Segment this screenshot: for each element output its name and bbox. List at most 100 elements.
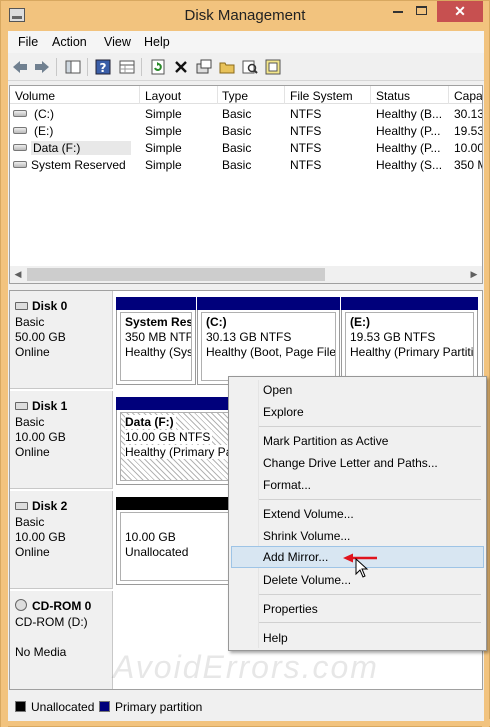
maximize-button[interactable]	[416, 6, 427, 15]
menu-item-label: Extend Volume...	[263, 507, 354, 521]
legend-swatch-primary	[99, 701, 110, 712]
disk-state: Online	[15, 445, 50, 459]
close-button[interactable]: ✕	[437, 1, 483, 22]
disk-state: Online	[15, 345, 50, 359]
rescan-icon[interactable]	[264, 58, 282, 76]
menu-item-mark-active[interactable]: Mark Partition as Active	[231, 430, 484, 452]
partition-e[interactable]: (E:) 19.53 GB NTFS Healthy (Primary Part…	[341, 297, 478, 385]
cell-status: Healthy (P...	[376, 141, 441, 155]
menu-item-shrink-volume[interactable]: Shrink Volume...	[231, 525, 484, 547]
scroll-left-icon[interactable]: ◀	[10, 267, 26, 282]
menu-item-extend-volume[interactable]: Extend Volume...	[231, 503, 484, 525]
toolbar: ?	[8, 53, 484, 81]
watermark: AvoidErrors.com	[113, 649, 379, 685]
cell-type: Basic	[222, 107, 252, 121]
disk-0-label[interactable]: Disk 0 Basic 50.00 GB Online	[10, 291, 113, 389]
disk-management-window: Disk Management ✕ File Action View Help	[0, 0, 490, 727]
disk-type: Basic	[15, 515, 45, 529]
cell-volume: (E:)	[34, 124, 54, 138]
disk-size: 10.00 GB	[15, 430, 66, 444]
scroll-right-icon[interactable]: ▶	[466, 267, 482, 282]
partition-status: Healthy (Boot, Page File,	[206, 345, 336, 359]
search-icon[interactable]	[241, 58, 259, 76]
column-header-status[interactable]: Status	[376, 89, 410, 103]
column-header-type[interactable]: Type	[222, 89, 248, 103]
cell-layout: Simple	[145, 124, 182, 138]
disk-type: Basic	[15, 415, 45, 429]
disk-icon	[15, 302, 28, 310]
cell-file-system: NTFS	[290, 107, 322, 121]
menu-item-change-drive-letter[interactable]: Change Drive Letter and Paths...	[231, 452, 484, 474]
menu-action[interactable]: Action	[52, 35, 87, 49]
column-header-layout[interactable]: Layout	[145, 89, 181, 103]
menu-item-label: Change Drive Letter and Paths...	[263, 456, 438, 470]
partition-status: Healthy (Primary Pa	[125, 445, 235, 459]
table-row[interactable]: System Reserved Simple Basic NTFS Health…	[10, 156, 482, 173]
scrollbar-thumb[interactable]	[27, 268, 325, 281]
partition-size: 19.53 GB NTFS	[350, 330, 436, 344]
cell-layout: Simple	[145, 141, 182, 155]
menu-item-explore[interactable]: Explore	[231, 401, 484, 423]
cell-file-system: NTFS	[290, 158, 322, 172]
menu-item-label: Help	[263, 631, 288, 645]
properties-icon[interactable]	[195, 58, 213, 76]
disk-1-label[interactable]: Disk 1 Basic 10.00 GB Online	[10, 391, 113, 489]
column-header-capacity[interactable]: Capa	[454, 89, 482, 103]
delete-icon[interactable]	[172, 58, 190, 76]
refresh-icon[interactable]	[149, 58, 167, 76]
menu-item-format[interactable]: Format...	[231, 474, 484, 496]
title-bar[interactable]: Disk Management ✕	[1, 1, 489, 31]
menu-separator	[259, 594, 481, 595]
back-arrow-icon[interactable]	[11, 58, 29, 76]
column-header-file-system[interactable]: File System	[290, 89, 353, 103]
disk-icon	[15, 402, 28, 410]
table-row[interactable]: Data (F:) Simple Basic NTFS Healthy (P..…	[10, 139, 483, 156]
legend-label: Primary partition	[115, 700, 203, 714]
toolbar-separator	[56, 58, 57, 76]
partition-c[interactable]: (C:) 30.13 GB NTFS Healthy (Boot, Page F…	[197, 297, 340, 385]
disk-type: CD-ROM (D:)	[15, 615, 88, 629]
legend-swatch-unallocated	[15, 701, 26, 712]
menu-file[interactable]: File	[18, 35, 38, 49]
partition-status: Healthy (Sys	[125, 345, 192, 359]
table-row[interactable]: (C:) Simple Basic NTFS Healthy (B... 30.…	[10, 105, 482, 122]
table-row[interactable]: (E:) Simple Basic NTFS Healthy (P... 19.…	[10, 122, 483, 139]
partition-name: (C:)	[206, 315, 227, 329]
forward-arrow-icon[interactable]	[33, 58, 51, 76]
menu-item-help[interactable]: Help	[231, 627, 484, 649]
volume-list-header: Volume Layout Type File System Status Ca…	[10, 86, 482, 104]
disk-icon	[15, 502, 28, 510]
disk-size: 50.00 GB	[15, 330, 66, 344]
window-frame-left	[1, 31, 8, 727]
cell-file-system: NTFS	[290, 141, 322, 155]
cell-capacity: 350 M	[454, 158, 482, 172]
partition-size: 30.13 GB NTFS	[206, 330, 292, 344]
primary-partition-bar	[116, 297, 196, 310]
toolbar-separator	[87, 58, 88, 76]
disk-size: 10.00 GB	[15, 530, 66, 544]
partition-system-reserved[interactable]: System Res 350 MB NTFS Healthy (Sys	[116, 297, 196, 385]
properties-grid-icon[interactable]	[118, 58, 136, 76]
disk-2-label[interactable]: Disk 2 Basic 10.00 GB Online	[10, 491, 113, 589]
menu-bar: File Action View Help	[8, 31, 484, 53]
menu-help[interactable]: Help	[144, 35, 170, 49]
menu-item-properties[interactable]: Properties	[231, 598, 484, 620]
primary-partition-bar	[341, 297, 478, 310]
horizontal-scrollbar[interactable]: ◀ ▶	[10, 266, 482, 283]
toolbar-separator	[141, 58, 142, 76]
menu-view[interactable]: View	[104, 35, 131, 49]
cell-type: Basic	[222, 141, 252, 155]
cell-volume: System Reserved	[31, 158, 126, 172]
open-folder-icon[interactable]	[218, 58, 236, 76]
console-tree-icon[interactable]	[64, 58, 82, 76]
help-icon[interactable]: ?	[94, 58, 112, 76]
cell-capacity: 19.53	[454, 124, 483, 138]
minimize-button[interactable]	[393, 11, 403, 13]
column-header-volume[interactable]: Volume	[15, 89, 55, 103]
menu-item-label: Explore	[263, 405, 304, 419]
cell-file-system: NTFS	[290, 124, 322, 138]
menu-item-open[interactable]: Open	[231, 379, 484, 401]
disk-name: Disk 2	[32, 499, 68, 513]
cell-capacity: 10.00	[454, 141, 483, 155]
partition-size: 10.00 GB NTFS	[125, 430, 213, 444]
